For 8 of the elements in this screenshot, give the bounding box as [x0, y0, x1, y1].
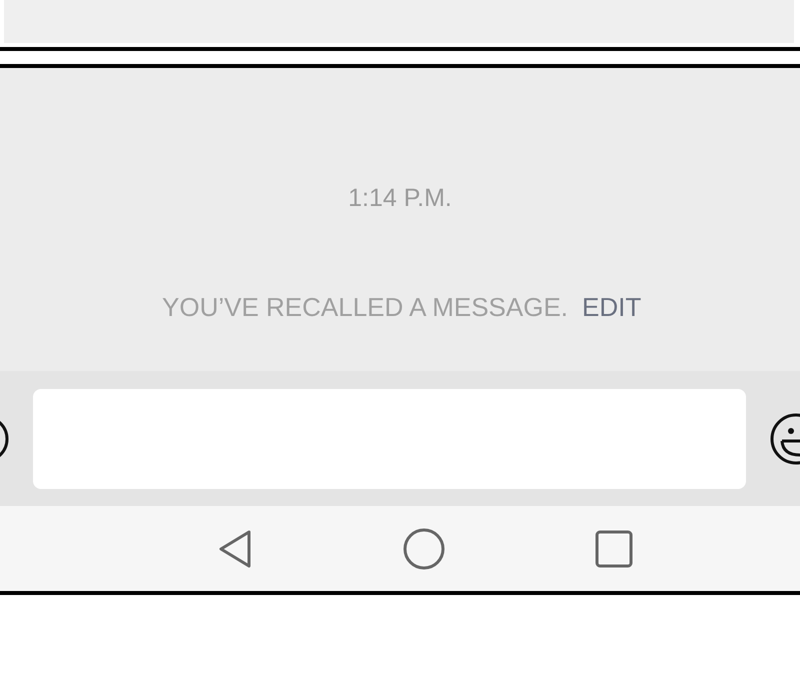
- recents-icon[interactable]: [595, 530, 633, 568]
- message-field[interactable]: [33, 388, 746, 488]
- emoji-icon[interactable]: [769, 412, 800, 464]
- timestamp: 1:14 P.M.: [348, 184, 452, 212]
- edit-link[interactable]: EDIT: [582, 294, 642, 320]
- home-icon[interactable]: [403, 528, 445, 570]
- back-icon[interactable]: [217, 528, 253, 568]
- recall-notice: YOU’VE RECALLED A MESSAGE.: [162, 294, 568, 320]
